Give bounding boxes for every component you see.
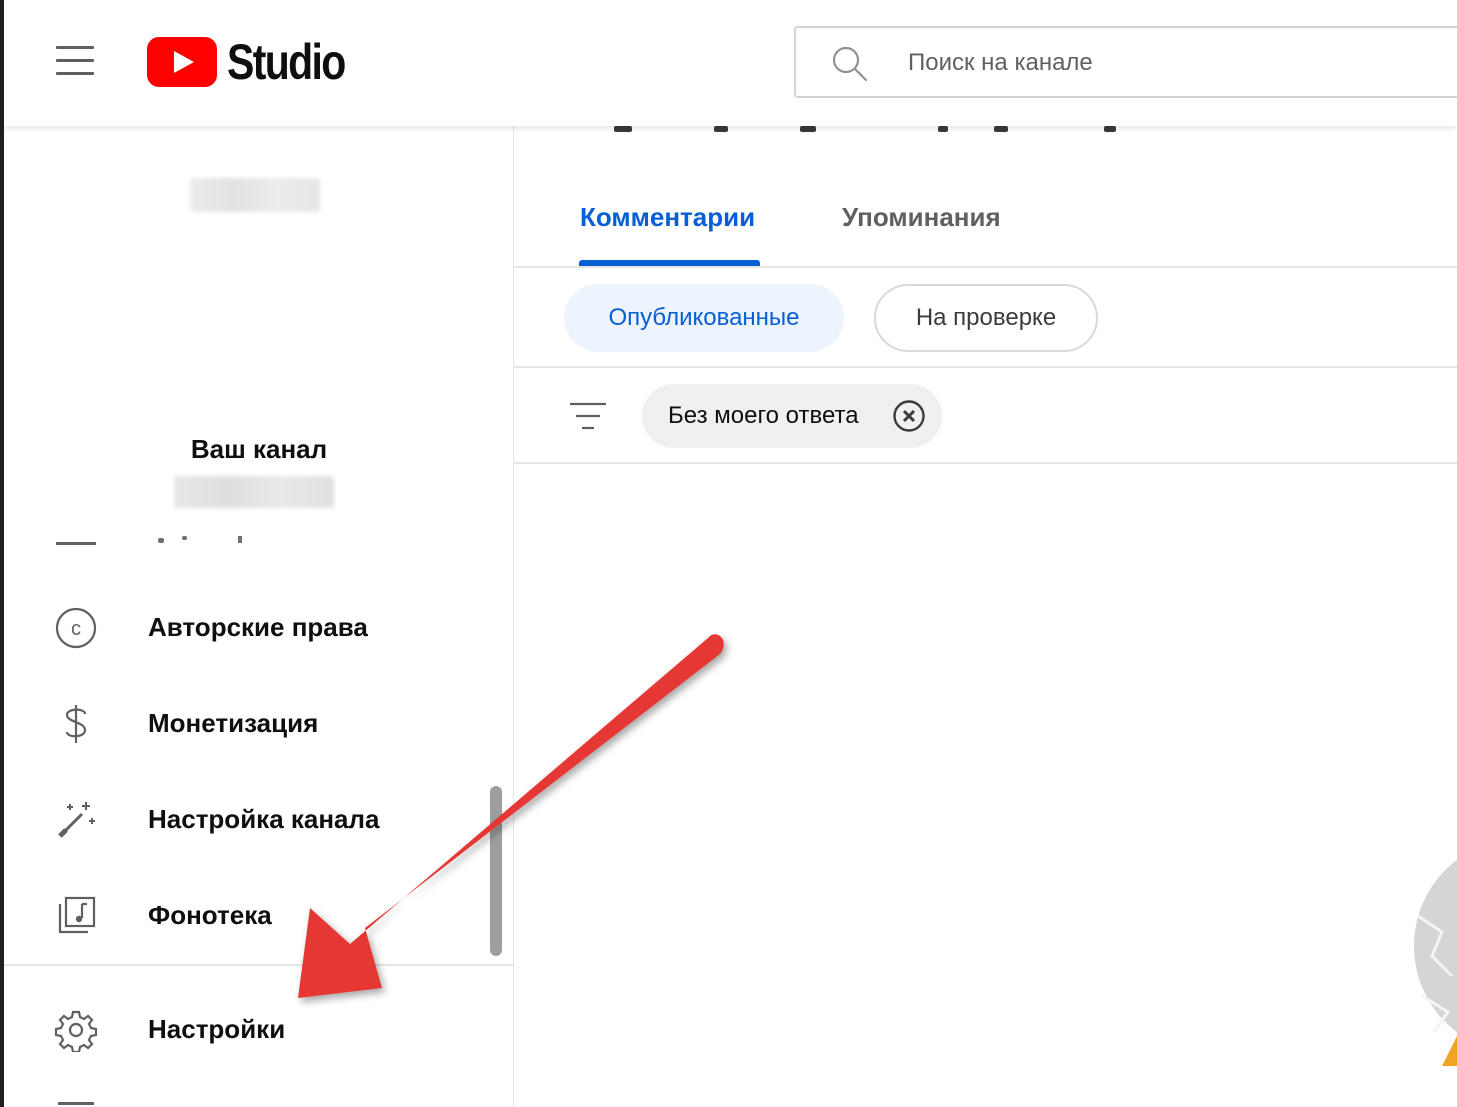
sidebar-divider <box>4 964 513 966</box>
youtube-studio-window: Studio Ваш канал c Авторские права <box>0 0 1457 1107</box>
top-header: Studio <box>4 0 1457 126</box>
main-content: Комментарии Упоминания Опубликованные На… <box>514 126 1457 1107</box>
sidebar-item-settings[interactable]: Настройки <box>4 988 513 1072</box>
channel-search-box[interactable] <box>794 26 1457 98</box>
tab-mentions[interactable]: Упоминания <box>842 202 1001 233</box>
hamburger-menu-icon[interactable] <box>56 44 98 78</box>
audio-library-icon <box>58 896 96 934</box>
active-tab-indicator <box>579 260 760 266</box>
partially-hidden-nav-item <box>54 530 294 550</box>
sidebar: Ваш канал c Авторские права Монетизация <box>4 126 514 1107</box>
sidebar-item-copyright[interactable]: c Авторские права <box>4 586 513 670</box>
studio-logo[interactable]: Studio <box>147 34 371 90</box>
sidebar-item-label: Настройка канала <box>148 804 380 834</box>
youtube-logo-icon <box>147 37 217 87</box>
blurred-channel-avatar <box>190 178 320 212</box>
gear-icon <box>54 1010 98 1052</box>
scrolled-page-title <box>514 126 1214 140</box>
active-filter-label: Без моего ответа <box>668 402 859 429</box>
partial-illustration <box>1414 859 1457 1066</box>
sidebar-item-label: Настройки <box>148 1014 286 1044</box>
sidebar-item-customization[interactable]: Настройка канала <box>4 778 513 862</box>
sidebar-scrollbar[interactable] <box>490 786 502 956</box>
sidebar-item-audio-library[interactable]: Фонотека <box>4 874 513 958</box>
sidebar-item-label: Монетизация <box>148 708 319 738</box>
filter-bar: Без моего ответа <box>514 368 1457 464</box>
active-filter-chip[interactable]: Без моего ответа <box>642 384 942 448</box>
close-circle-icon[interactable] <box>892 399 926 433</box>
status-chips-row: Опубликованные На проверке <box>514 268 1457 368</box>
sidebar-item-label: Авторские права <box>148 612 368 642</box>
copyright-icon: c <box>55 607 97 649</box>
sidebar-item-monetization[interactable]: Монетизация <box>4 682 513 766</box>
search-input[interactable] <box>908 44 1408 82</box>
blurred-channel-name <box>174 476 334 508</box>
logo-text: Studio <box>227 34 346 90</box>
svg-text:c: c <box>71 618 81 640</box>
magic-wand-icon <box>58 802 95 838</box>
comments-tabs: Комментарии Упоминания <box>514 186 1457 268</box>
chip-under-review[interactable]: На проверке <box>874 284 1098 352</box>
partially-hidden-nav-item <box>58 1102 94 1105</box>
sidebar-item-label: Фонотека <box>148 900 272 930</box>
chip-published[interactable]: Опубликованные <box>564 284 844 352</box>
filter-icon[interactable] <box>568 398 608 434</box>
channel-title: Ваш канал <box>190 434 328 464</box>
search-icon <box>832 46 868 82</box>
tab-comments[interactable]: Комментарии <box>580 202 755 233</box>
dollar-icon <box>65 705 87 743</box>
